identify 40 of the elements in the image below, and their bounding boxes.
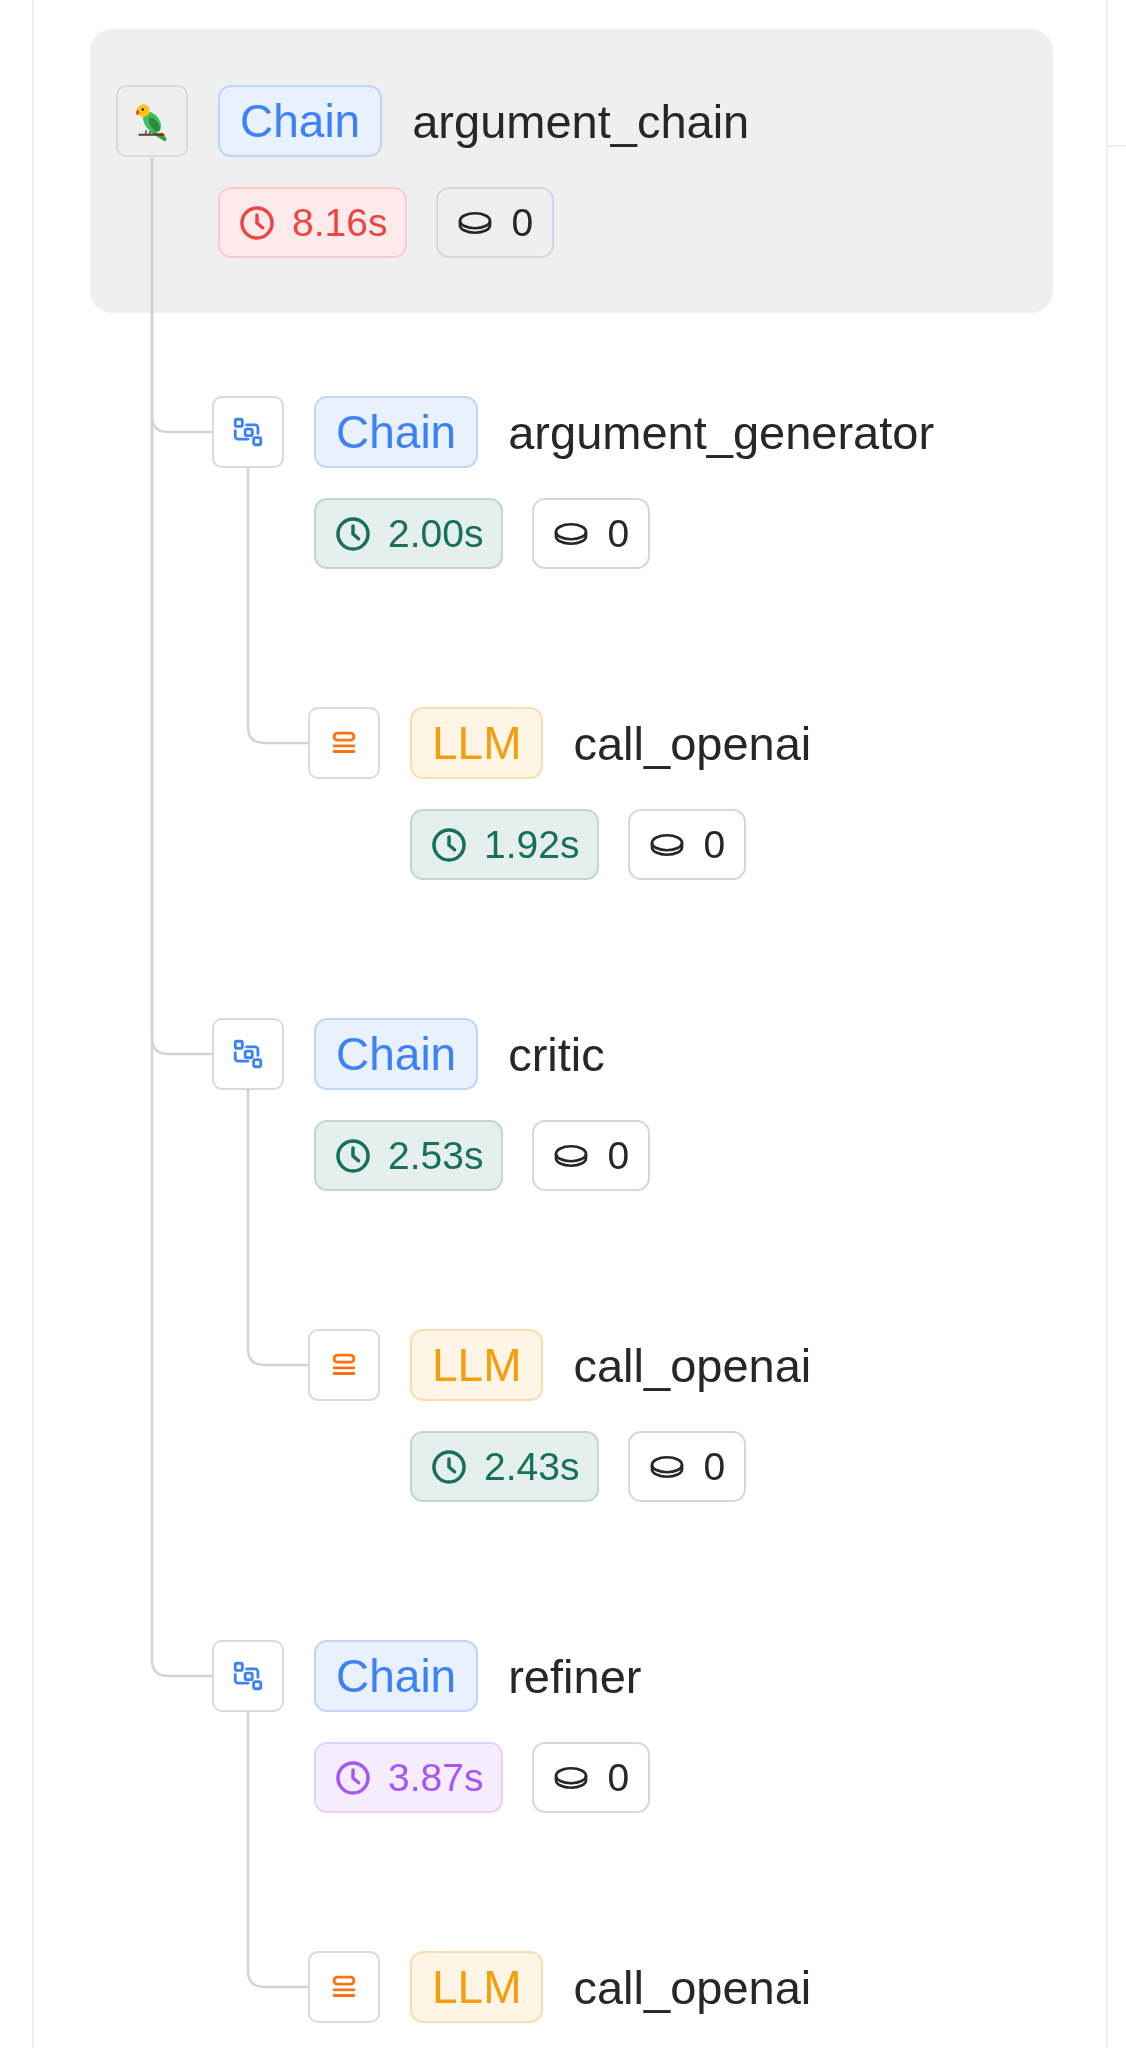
chain-icon (212, 1018, 284, 1090)
trace-row[interactable]: Chain argument_chain 8.16s 0 (90, 29, 1053, 313)
latency-text: 8.16s (292, 200, 388, 245)
run-type-tag: LLM (410, 1951, 544, 2023)
parrot-icon (116, 85, 188, 157)
run-type-tag: LLM (410, 1329, 544, 1401)
token-count: 0 (703, 1444, 726, 1489)
run-name: call_openai (573, 715, 812, 771)
run-name: call_openai (573, 1337, 812, 1393)
latency-text: 2.00s (388, 511, 484, 556)
coin-icon (649, 1454, 686, 1479)
run-type-tag: Chain (314, 1018, 479, 1090)
coin-icon (553, 521, 590, 546)
run-type-tag: Chain (314, 1640, 479, 1712)
coin-icon (553, 1143, 590, 1168)
chain-icon (212, 1640, 284, 1712)
run-name: call_openai (573, 1959, 812, 2015)
token-count: 0 (607, 1755, 630, 1800)
token-count: 0 (511, 200, 534, 245)
run-name: argument_generator (508, 404, 935, 460)
token-count: 0 (607, 511, 630, 556)
stack-icon (308, 1951, 380, 2023)
coin-icon (649, 832, 686, 857)
coin-icon (553, 1765, 590, 1790)
stack-icon (308, 707, 380, 779)
run-name: refiner (508, 1648, 642, 1704)
run-type-tag: Chain (314, 396, 479, 468)
latency-text: 2.53s (388, 1133, 484, 1178)
token-count: 0 (607, 1133, 630, 1178)
stack-icon (308, 1329, 380, 1401)
run-name: critic (508, 1026, 605, 1082)
latency-text: 2.43s (484, 1444, 580, 1489)
run-type-tag: Chain (218, 85, 383, 157)
chain-icon (212, 396, 284, 468)
latency-text: 1.92s (484, 822, 580, 867)
token-count: 0 (703, 822, 726, 867)
run-type-tag: LLM (410, 707, 544, 779)
coin-icon (457, 210, 494, 235)
latency-text: 3.87s (388, 1755, 484, 1800)
run-name: argument_chain (412, 93, 750, 149)
